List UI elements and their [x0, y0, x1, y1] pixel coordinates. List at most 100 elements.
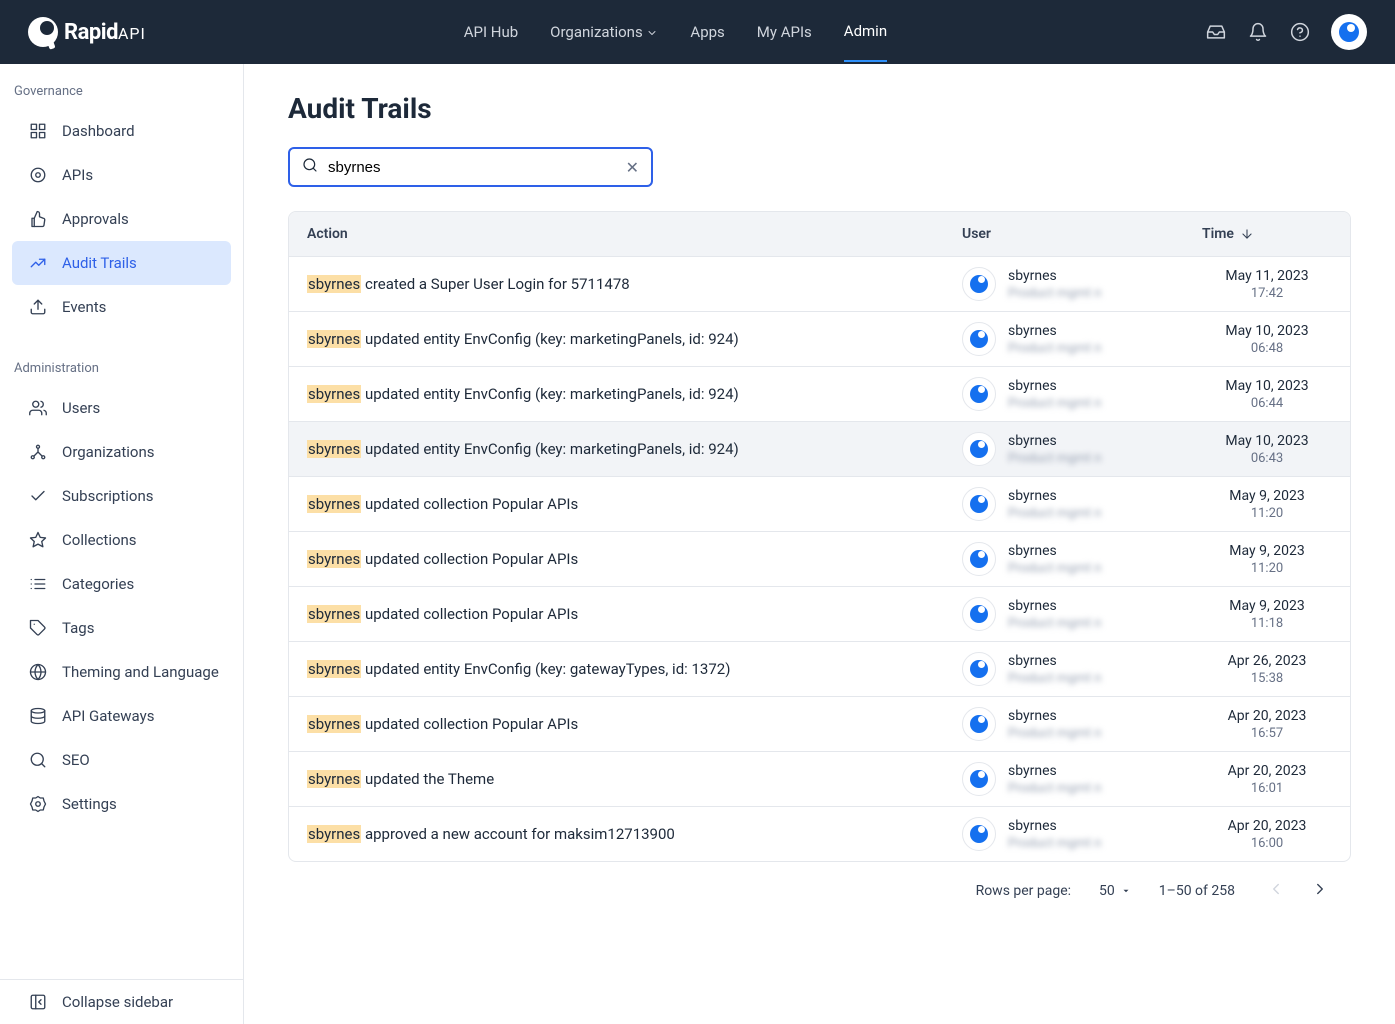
logo[interactable]: RapidAPI	[28, 17, 146, 47]
user-avatar-icon	[962, 707, 996, 741]
chevron-down-icon	[643, 23, 659, 41]
action-cell: sbyrnes updated collection Popular APIs	[307, 605, 962, 623]
user-cell: sbyrnes Product mgmt n	[962, 267, 1202, 301]
time-cell: May 11, 202317:42	[1202, 268, 1332, 301]
action-cell: sbyrnes updated entity EnvConfig (key: g…	[307, 660, 962, 678]
user-avatar-icon	[962, 432, 996, 466]
time-cell: May 9, 202311:20	[1202, 543, 1332, 576]
collapse-icon	[28, 992, 48, 1012]
col-time[interactable]: Time	[1202, 226, 1332, 242]
time-cell: May 10, 202306:43	[1202, 433, 1332, 466]
search-box[interactable]: ✕	[288, 147, 653, 187]
sidebar-item-approvals[interactable]: Approvals	[0, 197, 243, 241]
user-cell: sbyrnesProduct mgmt n	[962, 762, 1202, 796]
page-title: Audit Trails	[288, 92, 1351, 125]
nav-item-my-apis[interactable]: My APIs	[757, 3, 812, 61]
user-avatar-icon	[962, 652, 996, 686]
nav-item-apps[interactable]: Apps	[690, 3, 724, 61]
table-row[interactable]: sbyrnes updated collection Popular APIss…	[289, 586, 1350, 641]
time-cell: May 10, 202306:48	[1202, 323, 1332, 356]
sidebar-item-label: Audit Trails	[62, 254, 137, 272]
sidebar-item-label: API Gateways	[62, 707, 154, 725]
time-cell: Apr 20, 202316:57	[1202, 708, 1332, 741]
sidebar-item-label: Categories	[62, 575, 134, 593]
sidebar-item-settings[interactable]: Settings	[0, 782, 243, 826]
col-user[interactable]: User	[962, 226, 1202, 242]
time-cell: Apr 20, 202316:01	[1202, 763, 1332, 796]
sort-desc-icon	[1240, 227, 1254, 241]
nav-item-admin[interactable]: Admin	[844, 2, 887, 62]
user-cell: sbyrnesProduct mgmt n	[962, 377, 1202, 411]
prev-page-button[interactable]	[1263, 876, 1289, 906]
sidebar-item-api-gateways[interactable]: API Gateways	[0, 694, 243, 738]
table-row[interactable]: sbyrnes updated entity EnvConfig (key: m…	[289, 366, 1350, 421]
header-actions	[1205, 14, 1367, 50]
inbox-icon[interactable]	[1205, 21, 1227, 43]
sidebar-item-label: APIs	[62, 166, 93, 184]
user-sub: Product mgmt n	[1008, 616, 1101, 631]
help-icon[interactable]	[1289, 21, 1311, 43]
user-sub: Product mgmt n	[1008, 726, 1101, 741]
next-page-button[interactable]	[1307, 876, 1333, 906]
collapse-label: Collapse sidebar	[62, 993, 173, 1011]
sidebar-item-categories[interactable]: Categories	[0, 562, 243, 606]
sidebar-item-organizations[interactable]: Organizations	[0, 430, 243, 474]
user-cell: sbyrnesProduct mgmt n	[962, 487, 1202, 521]
sidebar-item-subscriptions[interactable]: Subscriptions	[0, 474, 243, 518]
search-input[interactable]	[328, 159, 616, 176]
user-cell: sbyrnesProduct mgmt n	[962, 817, 1202, 851]
sidebar-item-label: Settings	[62, 795, 117, 813]
sidebar-item-label: Users	[62, 399, 100, 417]
sidebar-item-theming-and-language[interactable]: Theming and Language	[0, 650, 243, 694]
table-row[interactable]: sbyrnes updated entity EnvConfig (key: m…	[289, 311, 1350, 366]
sidebar-item-label: Theming and Language	[62, 663, 219, 681]
sidebar-item-seo[interactable]: SEO	[0, 738, 243, 782]
sidebar-item-dashboard[interactable]: Dashboard	[0, 109, 243, 153]
sidebar-heading: Administration	[0, 353, 243, 386]
table-row[interactable]: sbyrnes updated collection Popular APIss…	[289, 696, 1350, 751]
user-name: sbyrnes	[1008, 488, 1101, 504]
sidebar-item-events[interactable]: Events	[0, 285, 243, 329]
sidebar-item-apis[interactable]: APIs	[0, 153, 243, 197]
sidebar-item-label: Organizations	[62, 443, 155, 461]
user-sub: Product mgmt n	[1008, 451, 1101, 466]
nav-item-organizations[interactable]: Organizations	[550, 3, 658, 61]
sidebar-item-label: Collections	[62, 531, 137, 549]
time-cell: Apr 26, 202315:38	[1202, 653, 1332, 686]
clear-icon[interactable]: ✕	[626, 158, 639, 177]
user-name: sbyrnes	[1008, 708, 1101, 724]
settings-icon	[28, 794, 48, 814]
table-row[interactable]: sbyrnes updated collection Popular APIss…	[289, 476, 1350, 531]
table-row[interactable]: sbyrnes updated entity EnvConfig (key: m…	[289, 421, 1350, 476]
user-sub: Product mgmt n	[1008, 836, 1101, 851]
col-action[interactable]: Action	[307, 226, 962, 242]
list-icon	[28, 574, 48, 594]
sidebar-item-collections[interactable]: Collections	[0, 518, 243, 562]
user-avatar-icon	[962, 267, 996, 301]
user-name: sbyrnes	[1008, 378, 1101, 394]
collapse-sidebar[interactable]: Collapse sidebar	[0, 980, 243, 1024]
time-cell: Apr 20, 202316:00	[1202, 818, 1332, 851]
sidebar-item-users[interactable]: Users	[0, 386, 243, 430]
rows-per-page-select[interactable]: 50	[1099, 883, 1131, 899]
table-row[interactable]: sbyrnes updated collection Popular APIss…	[289, 531, 1350, 586]
globe-icon	[28, 662, 48, 682]
nav-item-api-hub[interactable]: API Hub	[464, 3, 518, 61]
bell-icon[interactable]	[1247, 21, 1269, 43]
sidebar-item-audit-trails[interactable]: Audit Trails	[12, 241, 231, 285]
table-row[interactable]: sbyrnes approved a new account for maksi…	[289, 806, 1350, 861]
table-row[interactable]: sbyrnes updated the ThemesbyrnesProduct …	[289, 751, 1350, 806]
table-row[interactable]: sbyrnes updated entity EnvConfig (key: g…	[289, 641, 1350, 696]
sidebar-item-tags[interactable]: Tags	[0, 606, 243, 650]
user-avatar-icon	[962, 377, 996, 411]
sidebar-item-label: SEO	[62, 751, 90, 769]
top-nav: API Hub Organizations Apps My APIs Admin	[464, 2, 887, 62]
user-name: sbyrnes	[1008, 543, 1101, 559]
table-header: Action User Time	[289, 212, 1350, 256]
table-row[interactable]: sbyrnes created a Super User Login for 5…	[289, 256, 1350, 311]
user-sub: Product mgmt n	[1008, 286, 1101, 301]
user-name: sbyrnes	[1008, 268, 1101, 284]
thumbs-up-icon	[28, 209, 48, 229]
avatar[interactable]	[1331, 14, 1367, 50]
sidebar-item-label: Tags	[62, 619, 94, 637]
